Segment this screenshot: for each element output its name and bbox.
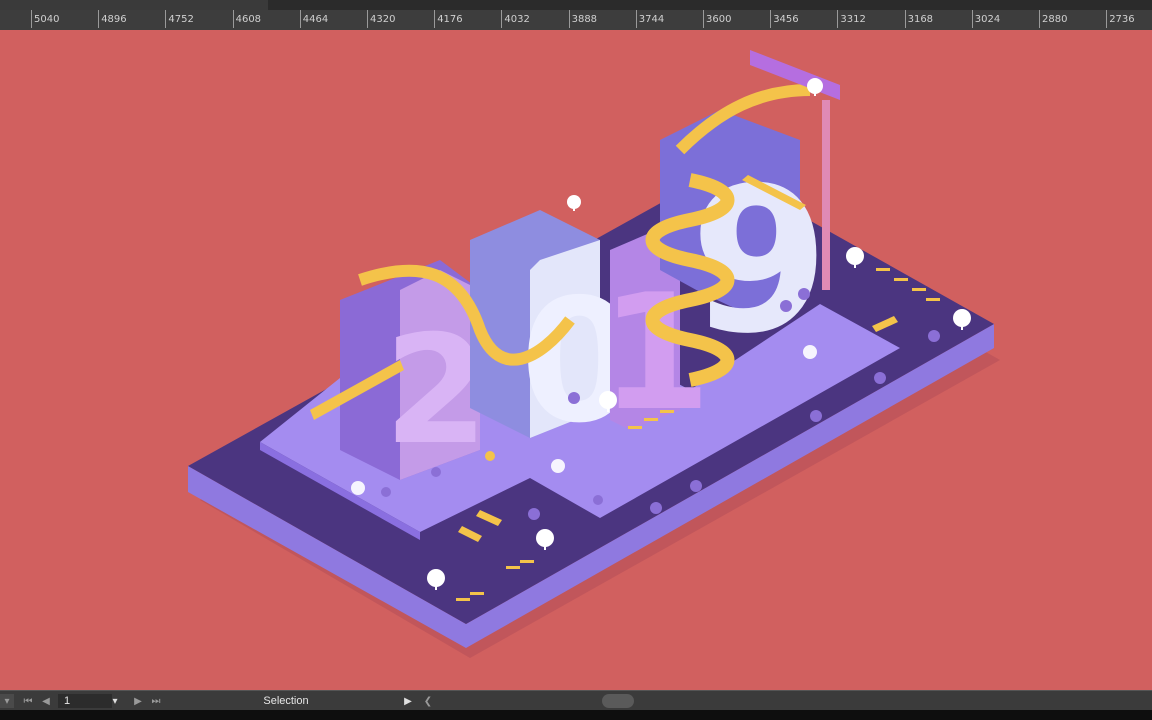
ruler-tick-label: 3168 xyxy=(904,10,934,28)
ruler-tick-label: 4752 xyxy=(165,10,194,28)
umbrella-icon xyxy=(567,195,581,211)
play-icon[interactable]: ▶ xyxy=(402,694,414,708)
pole xyxy=(822,100,830,290)
ruler-tick-label: 4176 xyxy=(434,10,463,28)
horizontal-ruler[interactable]: 5040 4896 4752 4608 4464 4320 4176 4032 3888 3744… xyxy=(0,10,1152,31)
next-page-icon[interactable]: ▶ xyxy=(132,694,144,708)
chevron-down-icon[interactable]: ▾ xyxy=(108,694,122,708)
current-tool-label: Selection xyxy=(263,695,309,707)
ruler-tick-label: 4896 xyxy=(98,10,127,28)
ruler-tick-label: 4320 xyxy=(366,10,396,28)
status-bar: ▾ ⏮ ◀ 1 ▾ ▶ ⏭ Selection ▶ ❮ xyxy=(0,690,1152,711)
artboard-canvas[interactable]: 2 0 1 9 xyxy=(0,30,1152,690)
prev-page-icon[interactable]: ◀ xyxy=(40,694,52,708)
isometric-2019-artwork[interactable]: 2 0 1 9 xyxy=(0,30,1152,690)
first-page-icon[interactable]: ⏮ xyxy=(22,694,34,708)
taskbar-strip xyxy=(0,710,1152,720)
last-page-icon[interactable]: ⏭ xyxy=(150,694,162,708)
ruler-tick-label: 3744 xyxy=(635,10,665,28)
ruler-tick-label: 3024 xyxy=(971,10,1001,28)
scroll-left-icon[interactable]: ❮ xyxy=(422,694,434,708)
beach-ball xyxy=(485,451,495,461)
ruler-tick-label: 4032 xyxy=(501,10,530,28)
pool-float xyxy=(551,459,565,473)
pool-float xyxy=(351,481,365,495)
ruler-tick-label: 3600 xyxy=(702,10,732,28)
ruler-tick-label: 4608 xyxy=(232,10,262,28)
document-tab[interactable] xyxy=(0,0,268,10)
ruler-tick-label: 3888 xyxy=(568,10,598,28)
ruler-tick-label: 4464 xyxy=(299,10,329,28)
ruler-tick-label: 3312 xyxy=(837,10,866,28)
ruler-tick-label: 5040 xyxy=(30,10,60,28)
window-title-bar xyxy=(0,0,1152,10)
horizontal-scrollbar-thumb[interactable] xyxy=(602,694,634,708)
pool-float xyxy=(803,345,817,359)
page-number-field[interactable]: 1 xyxy=(58,694,112,708)
ruler-tick-label: 3456 xyxy=(770,10,799,28)
chevron-down-icon[interactable]: ▾ xyxy=(0,694,14,708)
ruler-tick-label: 2736 xyxy=(1106,10,1135,28)
ruler-tick-label: 2880 xyxy=(1038,10,1068,28)
